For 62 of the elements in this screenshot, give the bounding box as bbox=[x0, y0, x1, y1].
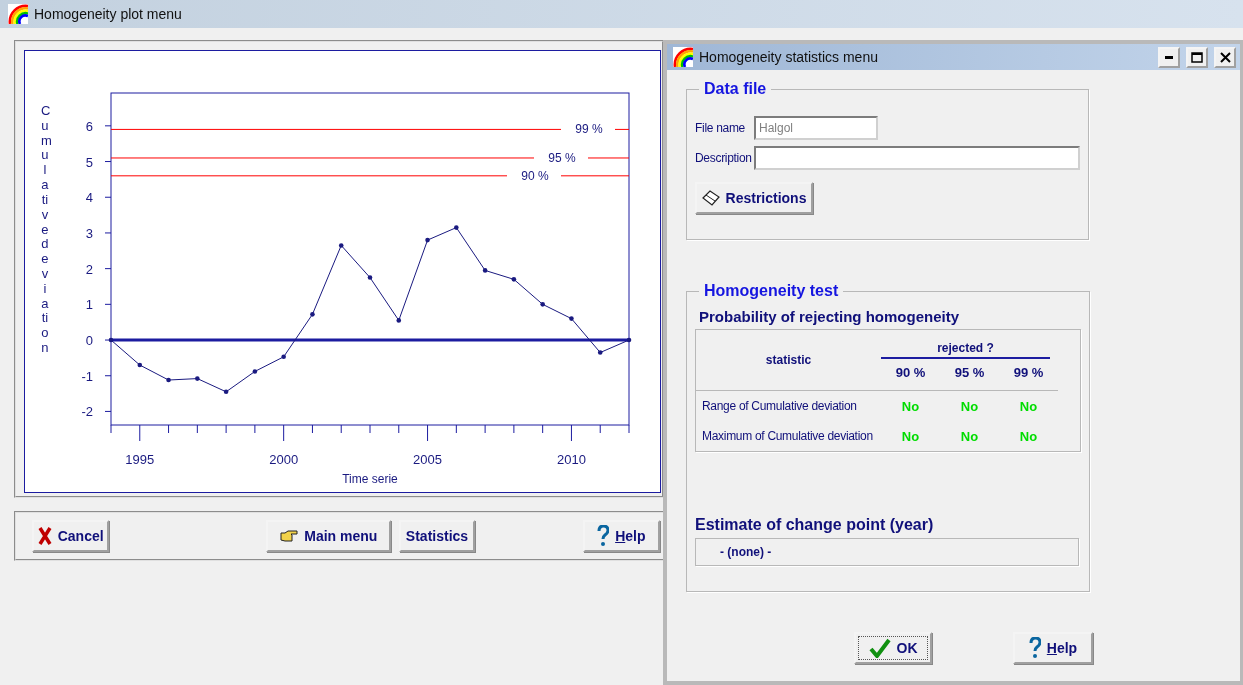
group-title: Data file bbox=[703, 80, 768, 98]
y-tick-label: 6 bbox=[85, 118, 93, 134]
help-button[interactable]: Help bbox=[1013, 632, 1093, 664]
field-label: Description bbox=[695, 151, 750, 165]
y-tick-label: 1 bbox=[85, 297, 93, 313]
minimize-button[interactable] bbox=[1158, 46, 1180, 68]
column-header: 90 % bbox=[894, 363, 927, 382]
main-button[interactable]: Main menu bbox=[266, 520, 392, 552]
column-header: 99 % bbox=[1012, 363, 1045, 382]
x-tick-label: 2005 bbox=[412, 452, 442, 467]
close-icon bbox=[1219, 51, 1231, 63]
section-title: Probability of rejecting homogeneity bbox=[699, 308, 961, 325]
x-tick-label: 2000 bbox=[269, 452, 298, 467]
y-tick-label: 0 bbox=[85, 333, 93, 349]
y-tick-label: 3 bbox=[85, 225, 93, 241]
column-group-header: rejected ? bbox=[881, 340, 1050, 359]
result-cell-text: No bbox=[900, 427, 921, 446]
rainbow-icon bbox=[8, 4, 28, 24]
x-tick-label: 1995 bbox=[125, 452, 155, 467]
y-tick-label: -1 bbox=[81, 368, 93, 384]
threshold-label: 99 % bbox=[575, 122, 603, 137]
section-title: Estimate of change point (year) bbox=[695, 516, 935, 534]
check-icon bbox=[868, 638, 891, 658]
field-label: File name bbox=[695, 121, 746, 135]
y-tick-label: 5 bbox=[85, 154, 93, 170]
y-axis-title: Cumulative deviation bbox=[41, 104, 49, 357]
result-cell-text: No bbox=[1018, 397, 1039, 416]
column-header: 95 % bbox=[953, 363, 986, 382]
rainbow-icon bbox=[673, 47, 693, 67]
description-field[interactable] bbox=[754, 146, 1080, 170]
y-tick-label: -2 bbox=[81, 404, 93, 420]
window-title: Homogeneity plot menu bbox=[34, 6, 182, 22]
column-header: statistic bbox=[764, 353, 813, 367]
result-cell-text: No bbox=[959, 427, 980, 446]
help-button[interactable]: Help bbox=[582, 520, 660, 552]
result-cell-text: No bbox=[900, 397, 921, 416]
cancel-button[interactable]: Cancel bbox=[32, 520, 110, 552]
file-name-field[interactable]: Halgol bbox=[754, 116, 878, 140]
close-button[interactable] bbox=[1214, 46, 1236, 68]
group-title: Homogeneity test bbox=[703, 282, 840, 300]
y-tick-label: 4 bbox=[85, 190, 93, 206]
threshold-label: 95 % bbox=[548, 150, 576, 165]
restrictions-button[interactable]: Restrictions bbox=[695, 182, 813, 214]
statistics-button[interactable]: Statistics bbox=[399, 520, 475, 552]
x-axis-title: Time serie bbox=[342, 472, 398, 486]
table-cell-text: Maximum of Cumulative deviation bbox=[701, 428, 874, 445]
result-cell-text: No bbox=[1018, 427, 1039, 446]
change-point-value: - (none) - bbox=[695, 538, 1079, 566]
pointing-hand-icon bbox=[280, 529, 299, 543]
dialog-title: Homogeneity statistics menu bbox=[699, 49, 879, 65]
question-mark-icon bbox=[1028, 637, 1041, 659]
y-tick-label: 2 bbox=[85, 261, 93, 277]
maximize-icon bbox=[1191, 51, 1203, 63]
cross-icon bbox=[37, 527, 52, 545]
maximize-button[interactable] bbox=[1186, 46, 1208, 68]
table-cell-text: Range of Cumulative deviation bbox=[701, 398, 858, 415]
x-tick-label: 2010 bbox=[556, 452, 586, 467]
question-mark-icon bbox=[597, 525, 610, 547]
ok-button[interactable]: OK bbox=[854, 632, 932, 664]
minimize-icon bbox=[1165, 55, 1173, 59]
result-cell-text: No bbox=[959, 397, 980, 416]
threshold-label: 90 % bbox=[521, 168, 549, 183]
